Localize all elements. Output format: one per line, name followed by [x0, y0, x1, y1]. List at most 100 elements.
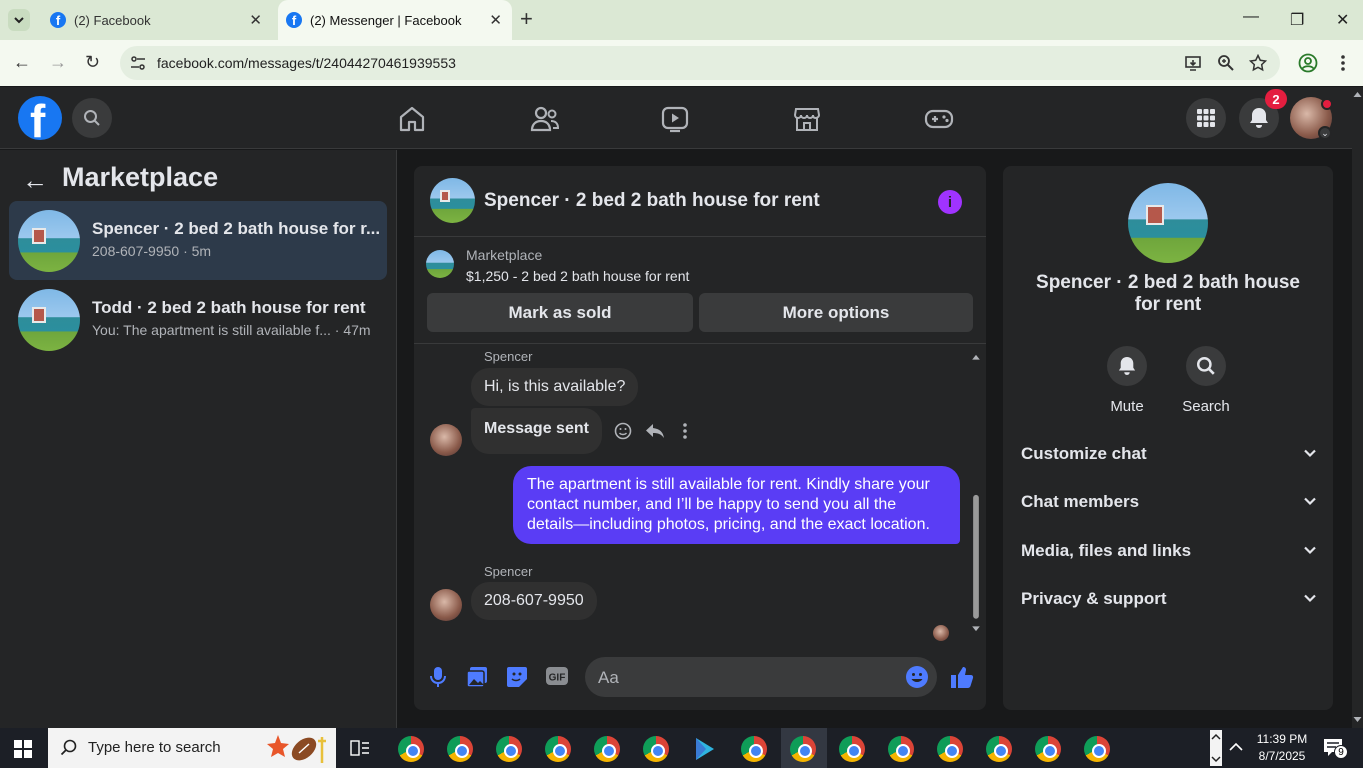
conversation-preview: You: The apartment is still available f.…: [92, 322, 371, 338]
message-input[interactable]: Aa: [585, 657, 937, 697]
message-bubble[interactable]: Hi, is this available?: [471, 368, 639, 406]
friends-icon[interactable]: [530, 105, 560, 133]
message-bubble[interactable]: Message sent: [471, 408, 602, 454]
tab-search-button[interactable]: [8, 9, 30, 31]
mute-action[interactable]: Mute: [1097, 346, 1157, 415]
chat-details-panel: Spencer · 2 bed 2 bath house for rent Mu…: [1003, 166, 1333, 710]
windows-taskbar: Type here to search 11:39 PM 8/7/2025 9: [0, 728, 1363, 768]
mute-button[interactable]: [1107, 346, 1147, 386]
chrome-profile-icon[interactable]: [1035, 736, 1061, 762]
chrome-profile-icon[interactable]: [986, 736, 1012, 762]
chevron-up-icon[interactable]: [1229, 742, 1243, 752]
home-icon[interactable]: [398, 105, 426, 133]
back-button[interactable]: ←: [13, 52, 31, 72]
video-icon[interactable]: [661, 105, 689, 133]
facebook-logo-icon[interactable]: f: [18, 96, 62, 140]
windows-start-icon[interactable]: [14, 740, 32, 758]
close-window-button[interactable]: ✕: [1336, 10, 1349, 30]
conversation-name: Todd · 2 bed 2 bath house for rent: [92, 298, 366, 317]
photo-icon[interactable]: [466, 666, 488, 688]
forward-button[interactable]: →: [49, 52, 67, 72]
react-emoji-icon[interactable]: [614, 422, 632, 440]
zoom-icon[interactable]: [1217, 54, 1235, 72]
address-bar[interactable]: facebook.com/messages/t/2404427046193955…: [120, 46, 1280, 80]
emoji-icon[interactable]: [905, 665, 929, 689]
media-files-links-section[interactable]: Media, files and links: [1021, 541, 1317, 565]
message-sender: Spencer: [484, 564, 533, 579]
browser-tab-facebook[interactable]: f (2) Facebook ✕: [40, 0, 272, 40]
chat-avatar[interactable]: [430, 178, 475, 223]
search-button[interactable]: [72, 98, 112, 138]
chat-avatar-large[interactable]: [1128, 183, 1208, 263]
conversation-item-spencer[interactable]: Spencer · 2 bed 2 bath house for r... 20…: [9, 201, 387, 280]
microphone-icon[interactable]: [430, 666, 446, 688]
restore-button[interactable]: ❐: [1290, 10, 1304, 30]
more-actions-icon[interactable]: [682, 422, 688, 440]
message-scrollbar[interactable]: [971, 352, 981, 634]
reply-icon[interactable]: [645, 422, 665, 440]
notification-center-button[interactable]: 9: [1323, 738, 1348, 759]
new-tab-button[interactable]: +: [520, 8, 533, 30]
site-settings-icon[interactable]: [130, 56, 146, 70]
search-icon: [60, 739, 77, 756]
chrome-profile-icon[interactable]: [594, 736, 620, 762]
account-avatar[interactable]: ⌄: [1290, 97, 1333, 140]
chrome-profile-icon[interactable]: [643, 736, 669, 762]
chrome-profile-icon[interactable]: [545, 736, 571, 762]
mark-as-sold-button[interactable]: Mark as sold: [427, 293, 693, 332]
profile-icon[interactable]: [1298, 53, 1318, 73]
section-label: Chat members: [1021, 492, 1140, 511]
chrome-profile-icon[interactable]: [790, 736, 816, 762]
conversation-item-todd[interactable]: Todd · 2 bed 2 bath house for rent You: …: [9, 280, 387, 359]
menu-button[interactable]: [1186, 98, 1226, 138]
more-options-button[interactable]: More options: [699, 293, 973, 332]
taskbar-search-box[interactable]: Type here to search: [48, 728, 336, 768]
section-label: Media, files and links: [1021, 541, 1192, 560]
search-action[interactable]: Search: [1176, 346, 1236, 415]
search-in-chat-button[interactable]: [1186, 346, 1226, 386]
back-arrow-icon[interactable]: ←: [22, 167, 48, 193]
chrome-profile-icon[interactable]: [839, 736, 865, 762]
chrome-profile-icon[interactable]: [741, 736, 767, 762]
chrome-profile-icon[interactable]: [888, 736, 914, 762]
marketplace-icon[interactable]: [793, 105, 821, 133]
install-app-icon[interactable]: [1184, 54, 1202, 72]
chrome-icon[interactable]: [496, 736, 522, 762]
seen-receipt-avatar: [933, 625, 949, 641]
message-bubble-outgoing[interactable]: The apartment is still available for ren…: [513, 466, 960, 544]
chrome-menu-icon[interactable]: [1340, 54, 1346, 72]
chrome-profile-icon[interactable]: [447, 736, 473, 762]
chrome-profile-icon[interactable]: [398, 736, 424, 762]
chrome-profile-icon[interactable]: [1084, 736, 1110, 762]
thumbs-up-icon[interactable]: [950, 665, 974, 689]
close-tab-icon[interactable]: ✕: [249, 11, 262, 29]
info-icon[interactable]: i: [938, 190, 962, 214]
sender-avatar[interactable]: [430, 589, 462, 621]
tab-title: (2) Messenger | Facebook: [310, 12, 462, 28]
media-app-icon[interactable]: [694, 737, 716, 761]
chevron-down-icon: [14, 17, 24, 24]
privacy-support-section[interactable]: Privacy & support: [1021, 589, 1317, 613]
panel-title: Marketplace: [62, 162, 219, 192]
sticker-icon[interactable]: [506, 666, 528, 688]
reload-button[interactable]: ↻: [85, 52, 100, 72]
message-bubble[interactable]: 208-607-9950: [471, 582, 597, 620]
task-view-icon[interactable]: [350, 740, 370, 756]
taskbar-scroll-icon[interactable]: [1210, 730, 1222, 766]
search-icon: [1197, 357, 1215, 375]
gaming-icon[interactable]: [924, 105, 954, 133]
chat-members-section[interactable]: Chat members: [1021, 492, 1317, 516]
sender-avatar[interactable]: [430, 424, 462, 456]
browser-tab-messenger[interactable]: f (2) Messenger | Facebook ✕: [278, 0, 512, 40]
minimize-button[interactable]: —: [1243, 8, 1259, 26]
chrome-profile-icon[interactable]: [937, 736, 963, 762]
customize-chat-section[interactable]: Customize chat: [1021, 444, 1317, 468]
bookmark-star-icon[interactable]: [1249, 54, 1267, 72]
system-clock[interactable]: 11:39 PM 8/7/2025: [1250, 731, 1314, 765]
chat-title[interactable]: Spencer · 2 bed 2 bath house for rent: [484, 190, 820, 212]
gif-icon[interactable]: GIF: [545, 666, 569, 686]
url-text: facebook.com/messages/t/2404427046193955…: [157, 55, 456, 71]
close-tab-icon[interactable]: ✕: [489, 11, 502, 29]
page-scrollbar[interactable]: [1352, 87, 1363, 728]
clock-date: 8/7/2025: [1258, 749, 1306, 763]
